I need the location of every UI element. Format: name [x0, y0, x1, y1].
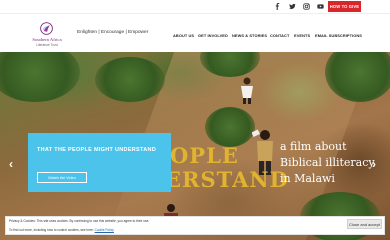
- nav-about-us[interactable]: ABOUT US: [173, 33, 194, 38]
- close-and-accept-button[interactable]: Close and accept: [347, 219, 382, 229]
- cookie-notice-text: Privacy & Cookies: This site uses cookie…: [9, 219, 150, 223]
- site-header: Southern Africa Literature Trust Enlight…: [0, 13, 390, 52]
- film-caption-line3: in Malawi: [280, 172, 335, 185]
- cookie-more-info-text: To find out more, including how to contr…: [9, 228, 95, 232]
- nav-get-involved[interactable]: GET INVOLVED: [198, 33, 228, 38]
- person-figure: [241, 77, 253, 104]
- hero-foliage: [205, 107, 255, 147]
- logo-subtitle: Literature Trust: [36, 42, 58, 47]
- cookie-more-info: To find out more, including how to contr…: [9, 228, 114, 232]
- slider-prev-arrow[interactable]: ‹: [9, 157, 13, 171]
- instagram-icon[interactable]: [302, 2, 311, 11]
- cookie-policy-link[interactable]: Cookie Policy: [95, 228, 114, 232]
- nav-news-stories[interactable]: NEWS & STORIES: [232, 33, 267, 38]
- hero-callout: [28, 133, 171, 192]
- hero-headline-line2: ERSTAND: [165, 167, 289, 192]
- site-tagline: Enlighten | Encourage | Empower: [77, 30, 149, 35]
- film-caption-line1: a film about: [280, 140, 347, 153]
- watch-video-button[interactable]: Watch the Video: [37, 172, 87, 183]
- logo-title: Southern Africa: [32, 37, 62, 42]
- hero-foliage: [0, 52, 80, 102]
- callout-title: THAT THE PEOPLE MIGHT UNDERSTAND: [37, 147, 157, 153]
- nav-events[interactable]: EVENTS: [294, 33, 310, 38]
- logo-icon: [40, 22, 53, 35]
- how-to-give-button[interactable]: HOW TO GIVE: [328, 1, 361, 12]
- film-caption-line2: Biblical illiteracy: [280, 156, 375, 169]
- nav-email-subscriptions[interactable]: EMAIL SUBSCRIPTIONS: [315, 33, 362, 38]
- top-bar: HOW TO GIVE: [0, 0, 390, 13]
- hero-foliage: [95, 57, 165, 102]
- youtube-icon[interactable]: [316, 2, 325, 11]
- nav-contact[interactable]: CONTACT: [270, 33, 289, 38]
- facebook-icon[interactable]: [273, 2, 282, 11]
- twitter-icon[interactable]: [288, 2, 297, 11]
- slider-next-arrow[interactable]: ›: [372, 157, 376, 171]
- hero-headline-line1: OPLE: [170, 143, 239, 168]
